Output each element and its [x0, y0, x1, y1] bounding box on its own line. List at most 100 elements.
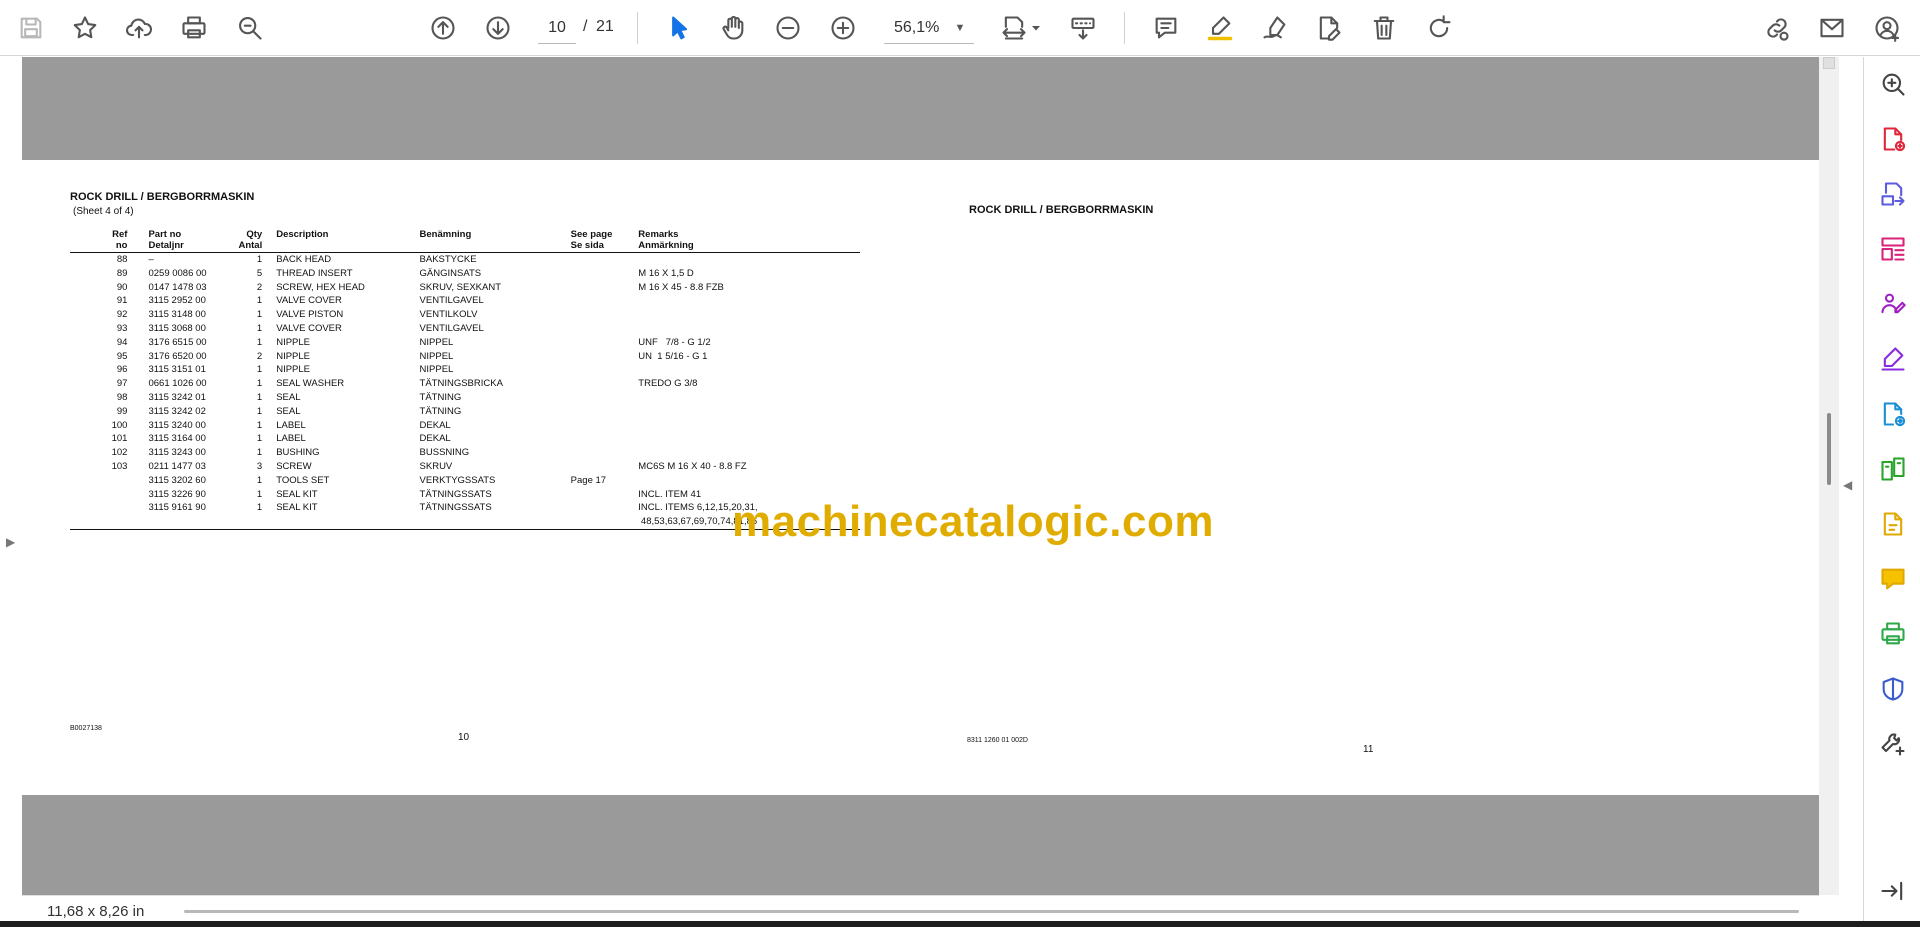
request-signatures-icon[interactable]	[1877, 288, 1909, 320]
collapse-sidebar-icon[interactable]	[1877, 875, 1909, 907]
zoom-search-icon[interactable]	[1877, 68, 1909, 100]
table-row: 91 3115 2952 00 1 VALVE COVER VENTILGAVEL	[70, 294, 860, 308]
scroll-mode-icon[interactable]	[1064, 9, 1102, 47]
table-row: 99 3115 3242 02 1 SEAL TÄTNING	[70, 405, 860, 419]
cell-benamning: VENTILKOLV	[419, 309, 478, 321]
cell-description: LABEL	[276, 419, 306, 431]
cell-ref	[70, 501, 129, 529]
cell-ref: 101	[111, 433, 128, 445]
account-icon[interactable]	[1868, 9, 1906, 47]
document-viewport[interactable]: ROCK DRILL / BERGBORRMASKIN (Sheet 4 of …	[22, 57, 1819, 895]
cell-description: LABEL	[276, 433, 306, 445]
cell-benamning: TÄTNING	[419, 405, 462, 417]
cell-remarks	[636, 253, 860, 267]
cell-description: NIPPLE	[276, 364, 311, 376]
cell-remarks	[636, 419, 860, 433]
mail-icon[interactable]	[1813, 9, 1851, 47]
expand-left-panel-icon[interactable]: ▶	[6, 535, 15, 549]
page-10: ROCK DRILL / BERGBORRMASKIN (Sheet 4 of …	[22, 160, 921, 795]
cell-description: NIPPLE	[276, 350, 311, 362]
col-header-remarks: Remarks Anmärkning	[638, 229, 694, 251]
cell-benamning: NIPPEL	[419, 350, 454, 362]
cell-part-no: 0661 1026 00	[148, 378, 207, 390]
cell-qty: 1	[256, 433, 263, 445]
page-size-label: 11,68 x 8,26 in	[47, 903, 145, 920]
cell-see-page: Page 17	[570, 474, 607, 486]
add-comment-icon[interactable]	[1877, 563, 1909, 595]
cell-description: BACK HEAD	[276, 254, 332, 265]
cell-part-no: 3115 3242 01	[148, 391, 206, 403]
more-tools-icon[interactable]	[1877, 728, 1909, 760]
cursor-icon[interactable]	[660, 9, 698, 47]
cell-part-no: 3115 3202 60	[148, 474, 206, 486]
send-for-review-icon[interactable]	[1877, 398, 1909, 430]
comment-icon[interactable]	[1147, 9, 1185, 47]
star-icon[interactable]	[66, 9, 104, 47]
cell-ref: 99	[116, 405, 128, 417]
arrow-down-circle-icon[interactable]	[479, 9, 517, 47]
export-pdf-icon[interactable]	[1877, 178, 1909, 210]
cell-ref: 91	[116, 295, 128, 307]
left-panel-edge: ▶	[0, 57, 22, 895]
share-link-icon[interactable]	[1758, 9, 1796, 47]
cell-qty: 2	[256, 281, 263, 293]
sign-icon[interactable]	[1256, 9, 1294, 47]
cell-benamning: TÄTNING	[419, 391, 462, 403]
rotate-icon[interactable]	[1420, 9, 1458, 47]
chevron-down-icon[interactable]	[1028, 9, 1044, 47]
organize-pages-icon[interactable]	[1877, 233, 1909, 265]
save-icon[interactable]	[12, 9, 50, 47]
cell-description: SCREW, HEX HEAD	[276, 281, 365, 293]
edit-pdf-icon[interactable]	[1310, 9, 1348, 47]
table-row: 90 0147 1478 03 2 SCREW, HEX HEAD SKRUV, SEX…	[70, 281, 860, 295]
create-pdf-icon[interactable]	[1877, 123, 1909, 155]
hand-icon[interactable]	[714, 9, 752, 47]
table-row: 96 3115 3151 01 1 NIPPLE NIPPEL	[70, 363, 860, 377]
vertical-scroll-thumb[interactable]	[1827, 413, 1831, 485]
zoom-in-icon[interactable]	[824, 9, 862, 47]
fill-sign-icon[interactable]	[1877, 343, 1909, 375]
trash-icon[interactable]	[1365, 9, 1403, 47]
cell-qty: 1	[256, 309, 263, 321]
cloud-upload-icon[interactable]	[120, 9, 158, 47]
cell-description: NIPPLE	[276, 336, 311, 348]
cell-see-page	[569, 322, 637, 336]
collapse-right-panel-icon[interactable]: ◀	[1843, 478, 1852, 492]
cell-remarks: UNF 7/8 - G 1/2	[638, 336, 711, 348]
toolbar-divider	[637, 12, 638, 44]
vertical-scrollbar[interactable]	[1819, 57, 1839, 895]
cell-qty: 1	[256, 295, 263, 307]
chevron-down-icon[interactable]: ▼	[950, 12, 970, 44]
highlight-icon[interactable]	[1201, 9, 1239, 47]
col-header-see-page: See page Se sida	[570, 229, 613, 251]
cell-qty: 1	[256, 502, 263, 514]
protect-shield-icon[interactable]	[1877, 673, 1909, 705]
pdf-viewer-window: 10 / 21 56,1% ▼ ▶ ROCK DRILL / BERGBORRM…	[0, 0, 1920, 927]
cell-ref	[70, 488, 129, 502]
cell-benamning: NIPPEL	[419, 336, 454, 348]
table-row: 3115 3202 60 1 TOOLS SET VERKTYGSSATS Page 1…	[70, 474, 860, 488]
cell-qty: 1	[256, 254, 263, 265]
compare-files-icon[interactable]	[1877, 453, 1909, 485]
parts-table-body: 88 – 1 BACK HEAD BAKSTYCKE 89 0259 0086 00 5 THR…	[70, 253, 860, 530]
comment-tool-icon[interactable]	[1877, 508, 1909, 540]
cell-remarks: M 16 X 45 - 8.8 FZB	[638, 281, 724, 293]
cell-remarks: TREDO G 3/8	[638, 378, 698, 390]
search-icon[interactable]	[231, 9, 269, 47]
print-production-icon[interactable]	[1877, 618, 1909, 650]
top-toolbar: 10 / 21 56,1% ▼	[0, 0, 1920, 56]
cell-qty: 2	[256, 350, 263, 362]
cell-ref: 89	[116, 267, 128, 279]
page-number-input[interactable]: 10	[538, 12, 576, 44]
cell-description: THREAD INSERT	[276, 267, 353, 279]
arrow-up-circle-icon[interactable]	[424, 9, 462, 47]
cell-part-no: 3115 3148 00	[148, 309, 206, 321]
cell-remarks	[636, 391, 860, 405]
horizontal-scrollbar[interactable]	[184, 910, 1799, 913]
cell-benamning: TÄTNINGSBRICKA	[419, 378, 503, 390]
zoom-out-icon[interactable]	[769, 9, 807, 47]
page-number: 10	[458, 732, 470, 743]
table-row: 89 0259 0086 00 5 THREAD INSERT GÄNGINSATS M …	[70, 267, 860, 281]
print-icon[interactable]	[175, 9, 213, 47]
cell-remarks	[636, 474, 860, 488]
